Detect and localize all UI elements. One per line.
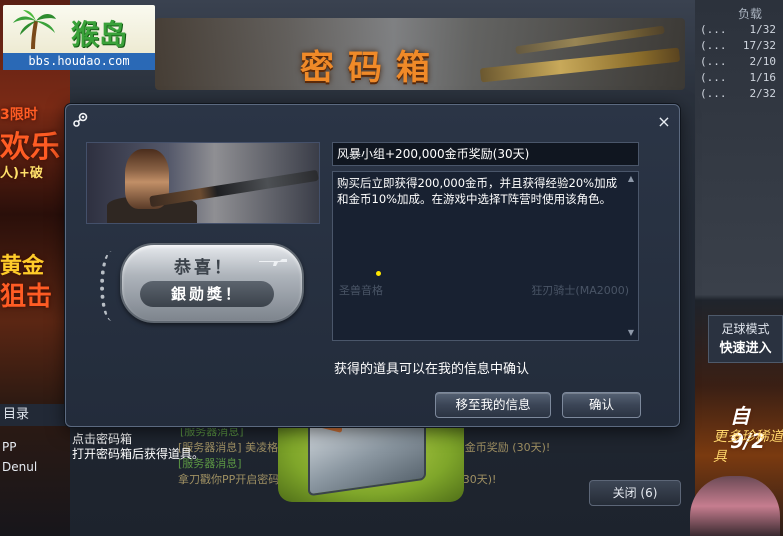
- item-name-field: 风暴小组+200,000金币奖励(30天): [332, 142, 639, 166]
- rifle-icon: [259, 259, 287, 266]
- promo-text: 欢乐: [0, 130, 60, 165]
- confirm-note: 获得的道具可以在我的信息中确认: [334, 362, 530, 377]
- logo-title: 猴岛: [71, 18, 128, 51]
- reward-dialog: × 恭喜！ 銀勋獎！ 风暴小组+200,000金币奖励(30天) 购买后立即获得…: [65, 104, 680, 427]
- football-mode-button[interactable]: 足球模式 快速进入: [708, 315, 783, 363]
- right-promo-subtitle: 更多珍稀道具: [713, 429, 783, 465]
- description-background-watermark: 圣兽音格 狂刃骑士(MA2000): [339, 284, 629, 297]
- promo-text: 3限时: [0, 107, 38, 123]
- server-row[interactable]: (... 17/32: [700, 38, 780, 54]
- confirm-button[interactable]: 确认: [562, 392, 641, 418]
- scroll-down-arrow-icon[interactable]: ▼: [626, 328, 636, 338]
- cursor-dot: [376, 271, 381, 276]
- congrats-title: 恭喜！: [174, 258, 234, 278]
- congrats-subtitle: 銀勋獎！: [140, 281, 274, 307]
- server-row[interactable]: (... 1/16: [700, 70, 780, 86]
- server-row[interactable]: (... 2/10: [700, 54, 780, 70]
- server-list-header: 负载: [738, 7, 763, 21]
- background-close-button[interactable]: 关闭 (6): [589, 480, 681, 506]
- promo-text: 狙击: [0, 282, 53, 312]
- item-description: 购买后立即获得200,000金币，并且获得经验20%加成和金币10%加成。在游戏…: [337, 176, 618, 206]
- background-banner-title: 密码箱: [300, 48, 444, 88]
- go-to-my-info-button[interactable]: 移至我的信息: [435, 392, 551, 418]
- logo-url: bbs.houdao.com: [3, 53, 155, 70]
- football-mode-label: 足球模式: [721, 322, 770, 336]
- item-character-image: [86, 142, 320, 224]
- palm-tree-icon: [13, 10, 56, 50]
- steam-icon: [73, 112, 88, 127]
- close-icon[interactable]: ×: [656, 114, 672, 130]
- server-row[interactable]: (... 2/32: [700, 86, 780, 102]
- site-logo[interactable]: 猴岛 bbs.houdao.com: [3, 5, 155, 70]
- server-list: 负载 (... 1/32 (... 17/32 (... 2/10 (... 1/16 …: [700, 6, 780, 116]
- server-row[interactable]: (... 1/32: [700, 22, 780, 38]
- scroll-up-arrow-icon[interactable]: ▲: [626, 174, 636, 184]
- item-description-box[interactable]: 购买后立即获得200,000金币，并且获得经验20%加成和金币10%加成。在游戏…: [332, 171, 639, 341]
- hint-text: 打开密码箱后获得道具。: [72, 447, 205, 461]
- promo-text: 人)+破: [0, 166, 43, 181]
- congrats-dog-tag: 恭喜！ 銀勋獎！: [94, 235, 304, 327]
- left-menu-label[interactable]: 目录: [0, 404, 70, 426]
- quick-enter-label: 快速进入: [719, 341, 772, 356]
- left-menu-item[interactable]: Denul: [2, 460, 37, 474]
- left-menu-item[interactable]: PP: [2, 440, 16, 454]
